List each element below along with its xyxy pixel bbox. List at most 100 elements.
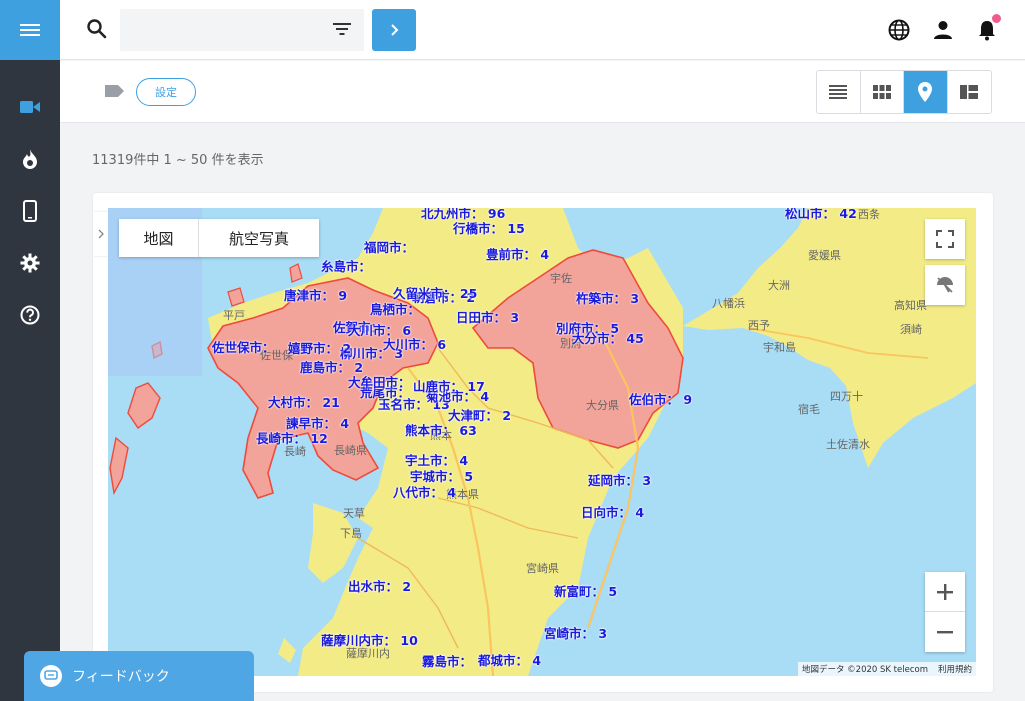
place-label: 平戸 (223, 309, 245, 322)
map-type-toggle: 地図 航空写真 (119, 219, 319, 257)
city-label: 宮崎市： 3 (544, 626, 608, 641)
zoom-control (925, 572, 965, 652)
map-type-roadmap[interactable]: 地図 (119, 219, 199, 257)
fullscreen-button[interactable] (925, 219, 965, 259)
videocam-icon (20, 101, 40, 113)
city-label: 新富町： 5 (554, 584, 618, 599)
city-label: 鳥栖市： (370, 302, 421, 317)
place-label: 愛媛県 (808, 249, 841, 262)
city-label: 長崎市： 12 (256, 431, 328, 446)
result-count: 11319件中 1 ~ 50 件を表示 (92, 153, 264, 168)
map-panel-toggle[interactable] (93, 212, 108, 256)
city-label: 杵築市： 3 (576, 291, 640, 306)
map-view[interactable]: 西条 愛媛県 大洲 八幡浜 西予 宇和島 四万十 宿毛 土佐清水 高知県 須崎 … (108, 208, 976, 676)
place-label: 長崎県 (334, 444, 367, 457)
city-label: 大村市： 21 (268, 395, 340, 410)
city-label: 延岡市： 3 (588, 473, 652, 488)
place-label: 下島 (340, 527, 362, 540)
place-label: 宇和島 (763, 341, 796, 354)
place-label: 大分県 (586, 399, 619, 412)
list-icon (829, 85, 848, 99)
city-label: 宇城市： 5 (410, 469, 474, 484)
chevron-right-icon (98, 229, 104, 239)
gear-icon (20, 253, 40, 273)
city-label: 大津町： 2 (448, 408, 512, 423)
menu-button[interactable] (0, 0, 60, 60)
place-label: 高知県 (894, 299, 927, 312)
city-label: 霧島市： (422, 654, 473, 669)
city-label: 糸島市： (321, 259, 372, 274)
city-label: 行橋市： 15 (453, 221, 525, 236)
top-header (60, 0, 1025, 60)
person-icon (934, 21, 952, 39)
place-label: 天草 (343, 507, 365, 520)
city-label: 日田市： 3 (456, 310, 520, 325)
sidebar-item-settings[interactable] (0, 245, 60, 281)
city-label: 北九州市： 96 (421, 208, 506, 221)
grid-icon (872, 85, 891, 99)
city-label: 唐津市： 9 (284, 288, 348, 303)
chevron-right-icon (391, 24, 399, 36)
map-pin-icon (918, 82, 933, 102)
city-label: 大川市： 6 (383, 337, 447, 352)
place-label: 八幡浜 (712, 297, 745, 310)
place-label: 土佐清水 (826, 438, 870, 451)
city-label: 松山市： 42 (785, 208, 857, 221)
map-view-button[interactable] (904, 71, 948, 113)
content-toolbar: 設定 (60, 61, 1025, 123)
tiles-icon (960, 85, 979, 99)
street-view-button[interactable] (925, 265, 965, 305)
city-label: 福岡市： (364, 240, 415, 255)
view-mode-group (816, 70, 992, 114)
sidebar (0, 0, 60, 701)
city-label: 嬉野市： 2 (288, 341, 352, 356)
place-label: 宿毛 (798, 403, 820, 416)
city-label: 熊本市： 63 (405, 423, 477, 438)
city-label: 大分市： 45 (572, 331, 644, 346)
feedback-button[interactable]: フィードバック (24, 651, 254, 701)
smartphone-icon (23, 200, 37, 222)
city-label: 豊前市： 4 (486, 247, 550, 262)
city-label: 八代市： 4 (393, 485, 457, 500)
place-label: 西予 (748, 319, 770, 332)
tile-view-button[interactable] (947, 71, 991, 113)
search-submit-button[interactable] (372, 9, 416, 51)
language-button[interactable] (887, 18, 911, 42)
list-view-button[interactable] (817, 71, 861, 113)
terms-link[interactable]: 利用規約 (938, 663, 972, 675)
sidebar-item-help[interactable] (0, 297, 60, 333)
fullscreen-icon (936, 230, 954, 248)
settings-chip-button[interactable]: 設定 (136, 78, 196, 106)
notification-badge (992, 14, 1001, 23)
sidebar-item-trending[interactable] (0, 141, 60, 177)
map-type-satellite[interactable]: 航空写真 (199, 219, 319, 257)
zoom-in-button[interactable] (925, 572, 965, 612)
city-label: 鹿島市： 2 (300, 360, 364, 375)
zoom-out-button[interactable] (925, 612, 965, 652)
city-label: 佐世保市： (212, 340, 275, 355)
sidebar-item-device[interactable] (0, 193, 60, 229)
app-root: 設定 11319件中 1 ~ 50 件を表示 西条 愛媛県 大洲 八幡浜 西予 … (0, 0, 1025, 701)
city-label: 宇土市： 4 (405, 453, 469, 468)
feedback-label: フィードバック (72, 669, 170, 685)
place-label: 宮崎県 (526, 562, 559, 575)
place-label: 四万十 (830, 390, 863, 403)
account-button[interactable] (931, 18, 955, 42)
city-label: 山鹿市： 17 (413, 379, 485, 394)
chat-icon (40, 665, 62, 687)
city-label: 大川市： 6 (348, 323, 412, 338)
grid-view-button[interactable] (860, 71, 904, 113)
search-icon[interactable] (86, 18, 108, 44)
city-label: 久留米市： 25 (393, 286, 478, 301)
place-label: 宇佐 (550, 272, 572, 285)
tag-icon (104, 83, 126, 103)
city-label: 諫早市： 4 (286, 416, 350, 431)
menu-icon (20, 24, 40, 36)
filter-icon[interactable] (332, 21, 352, 41)
search-input[interactable] (120, 9, 364, 51)
city-label: 日向市： 4 (581, 505, 645, 520)
flame-icon (23, 149, 37, 169)
place-label: 薩摩川内 (346, 647, 390, 660)
sidebar-item-camera[interactable] (0, 89, 60, 125)
notifications-button[interactable] (975, 14, 1001, 42)
